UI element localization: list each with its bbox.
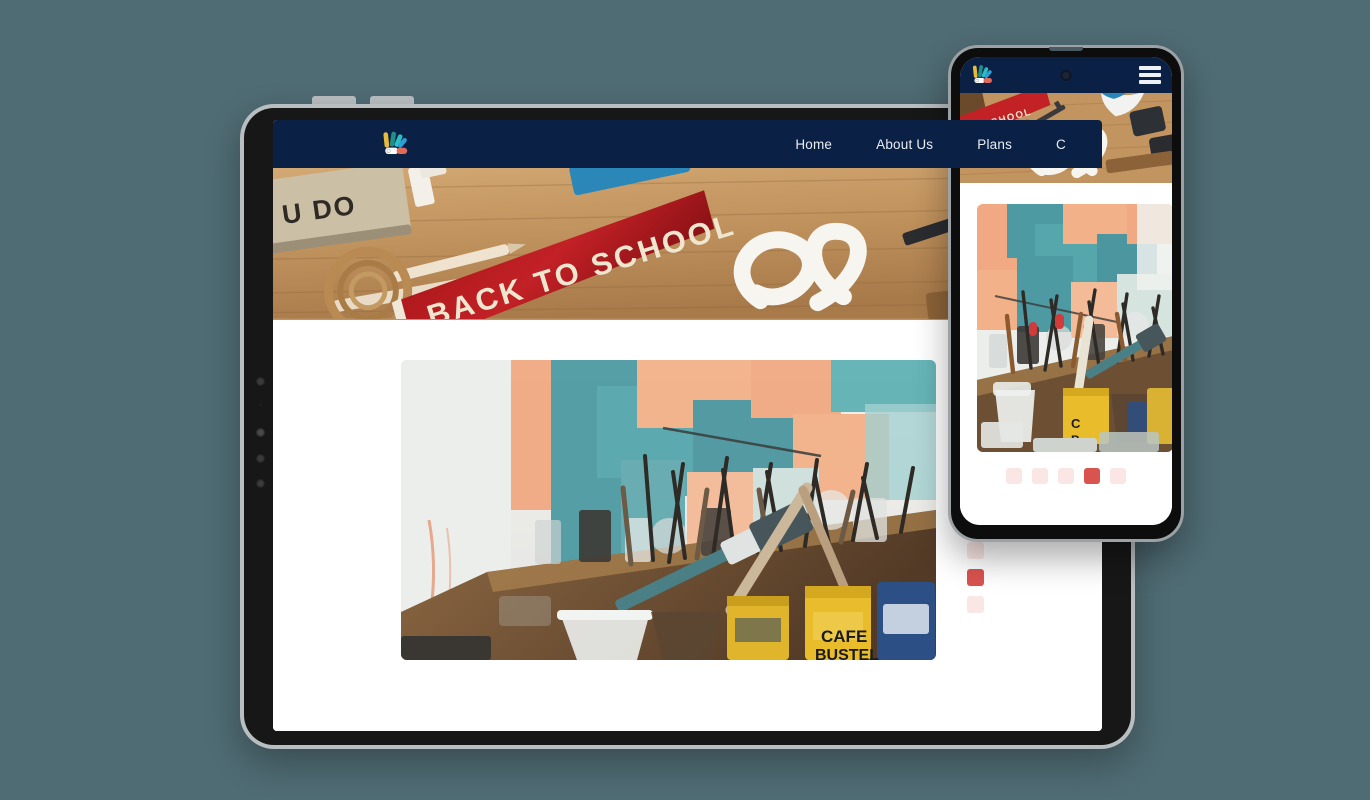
- nav-link-home[interactable]: Home: [795, 137, 832, 152]
- brand-logo-icon[interactable]: [381, 129, 411, 159]
- mobile-content-area: C B: [960, 183, 1172, 525]
- tablet-edge-dot: [256, 479, 265, 488]
- tablet-power-button[interactable]: [370, 96, 414, 104]
- carousel-dot[interactable]: [1032, 468, 1048, 484]
- carousel-dot[interactable]: [1110, 468, 1126, 484]
- svg-text:BUSTEL: BUSTEL: [815, 647, 879, 660]
- scene: Home About Us Plans C U DO BACK TO SCHOO…: [0, 0, 1370, 800]
- nav-link-contact[interactable]: C: [1056, 137, 1066, 152]
- carousel-dots-horizontal: [960, 468, 1172, 484]
- nav-links: Home About Us Plans C: [795, 137, 1066, 152]
- tablet-edge-dot: [256, 454, 265, 463]
- mobile-navbar: [960, 57, 1172, 93]
- site-navbar: Home About Us Plans C: [273, 120, 1102, 168]
- svg-text:CAFE: CAFE: [821, 627, 867, 646]
- nav-link-about-us[interactable]: About Us: [876, 137, 933, 152]
- brand-logo-icon[interactable]: [971, 63, 995, 87]
- svg-text:C: C: [1071, 416, 1081, 431]
- front-camera-icon: [1060, 69, 1072, 81]
- mobile-gallery-card-image[interactable]: C B: [977, 204, 1172, 452]
- nav-link-plans[interactable]: Plans: [977, 137, 1012, 152]
- tablet-volume-button[interactable]: [312, 96, 356, 104]
- phone-earpiece-speaker: [1049, 47, 1083, 51]
- carousel-dot[interactable]: [967, 596, 984, 613]
- gallery-card-image[interactable]: CAFE BUSTEL: [401, 360, 936, 660]
- carousel-dot[interactable]: [1006, 468, 1022, 484]
- carousel-dot-active[interactable]: [1084, 468, 1100, 484]
- carousel-dot[interactable]: [967, 542, 984, 559]
- hamburger-menu-icon[interactable]: [1139, 66, 1161, 84]
- tablet-edge-dot: [259, 403, 263, 407]
- tablet-edge-dot: [256, 428, 265, 437]
- tablet-edge-dot: [256, 377, 265, 386]
- carousel-dot-active[interactable]: [967, 569, 984, 586]
- carousel-dot[interactable]: [1058, 468, 1074, 484]
